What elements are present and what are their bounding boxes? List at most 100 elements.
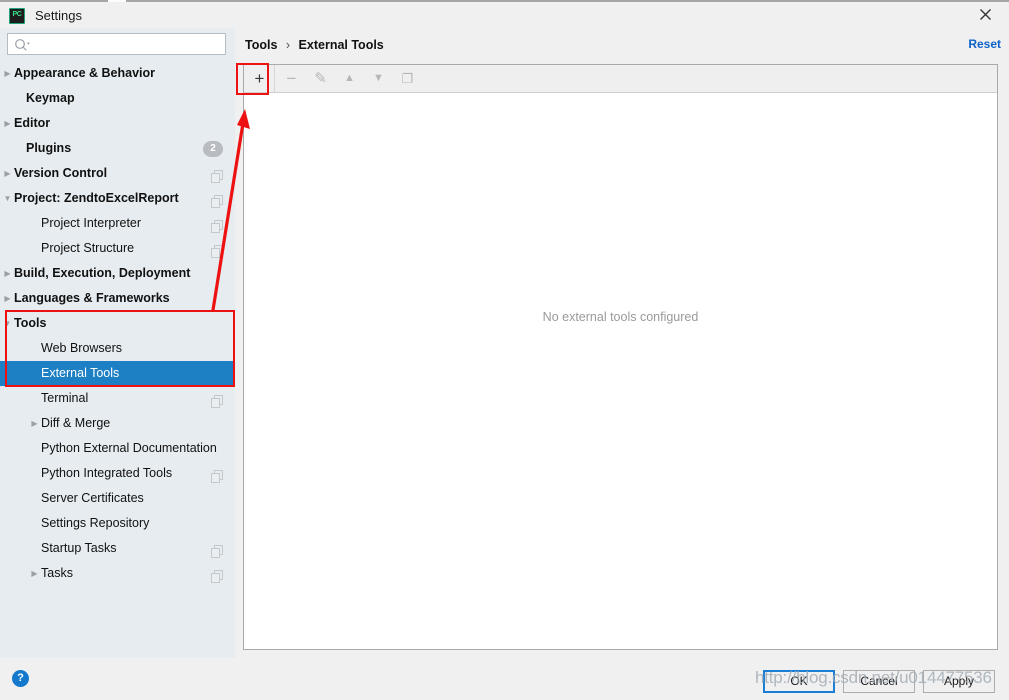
sidebar-item-project-zendtoexcelreport[interactable]: ▼ Project: ZendtoExcelReport <box>0 186 235 211</box>
copy-settings-icon <box>211 392 223 408</box>
chevron-right-icon[interactable]: ▶ <box>2 111 13 136</box>
chevron-right-icon[interactable]: ▶ <box>2 286 13 311</box>
sidebar-item-python-external-documentation[interactable]: Python External Documentation <box>0 436 235 461</box>
sidebar-item-external-tools[interactable]: External Tools <box>0 361 235 386</box>
remove-tool-button: − <box>277 65 306 92</box>
chevron-right-icon[interactable]: ▶ <box>29 561 40 586</box>
ok-button[interactable]: OK <box>763 670 835 693</box>
sidebar-item-settings-repository[interactable]: Settings Repository <box>0 511 235 536</box>
breadcrumb-separator-icon: › <box>285 38 291 52</box>
search-box[interactable] <box>7 33 226 56</box>
reset-link[interactable]: Reset <box>968 37 1001 51</box>
sidebar-item-terminal[interactable]: Terminal <box>0 386 235 411</box>
sidebar-item-languages-frameworks[interactable]: ▶ Languages & Frameworks <box>0 286 235 311</box>
copy-settings-icon <box>211 567 223 583</box>
sidebar-item-plugins[interactable]: Plugins 2 <box>0 136 235 161</box>
settings-dialog: PC Settings ▶ Appearance & Behavior Keymap… <box>0 0 1009 700</box>
arrow-up-icon: ▲ <box>344 72 355 84</box>
apply-button[interactable]: Apply <box>923 670 995 693</box>
sidebar-item-tools[interactable]: ▼ Tools <box>0 311 235 336</box>
chevron-down-icon[interactable]: ▼ <box>2 186 13 211</box>
copy-tool-button: ❐ <box>393 65 422 92</box>
sidebar-item-label: Tools <box>14 316 47 330</box>
breadcrumb-current: External Tools <box>298 38 384 52</box>
sidebar-item-build-execution-deployment[interactable]: ▶ Build, Execution, Deployment <box>0 261 235 286</box>
sidebar-item-python-integrated-tools[interactable]: Python Integrated Tools <box>0 461 235 486</box>
dialog-footer: ? OK Cancel Apply <box>0 658 1009 700</box>
copy-settings-icon <box>211 542 223 558</box>
chevron-right-icon[interactable]: ▶ <box>2 161 13 186</box>
copy-settings-icon <box>211 467 223 483</box>
sidebar-item-label: Web Browsers <box>41 341 123 355</box>
sidebar-item-editor[interactable]: ▶ Editor <box>0 111 235 136</box>
copy-settings-icon <box>211 167 223 183</box>
sidebar-item-label: Build, Execution, Deployment <box>14 266 191 280</box>
settings-sidebar: ▶ Appearance & Behavior Keymap ▶ Editor Plugi… <box>0 28 235 658</box>
pycharm-icon-text: PC <box>12 11 22 18</box>
sidebar-item-label: Python External Documentation <box>41 441 217 455</box>
external-tools-panel: + − ✎ ▲ ▼ ❐ No external tools configured <box>243 64 998 650</box>
sidebar-item-diff-merge[interactable]: ▶ Diff & Merge <box>0 411 235 436</box>
settings-tree: ▶ Appearance & Behavior Keymap ▶ Editor Plugi… <box>0 61 235 658</box>
sidebar-item-appearance-behavior[interactable]: ▶ Appearance & Behavior <box>0 61 235 86</box>
sidebar-item-label: Keymap <box>26 91 75 105</box>
sidebar-item-label: Languages & Frameworks <box>14 291 170 305</box>
move-down-button: ▼ <box>364 65 393 92</box>
sidebar-item-project-interpreter[interactable]: Project Interpreter <box>0 211 235 236</box>
sidebar-item-badge: 2 <box>203 141 223 157</box>
cancel-button[interactable]: Cancel <box>843 670 915 693</box>
title-bar: PC Settings <box>0 0 1009 30</box>
sidebar-item-label: External Tools <box>41 366 120 380</box>
move-up-button: ▲ <box>335 65 364 92</box>
help-icon[interactable]: ? <box>12 670 29 687</box>
sidebar-item-label: Version Control <box>14 166 108 180</box>
sidebar-item-label: Project: ZendtoExcelReport <box>14 191 179 205</box>
plus-icon: + <box>254 69 265 88</box>
pencil-icon: ✎ <box>314 70 327 87</box>
empty-state-message: No external tools configured <box>542 310 699 324</box>
edit-tool-button: ✎ <box>306 65 335 92</box>
sidebar-item-label: Plugins <box>26 141 72 155</box>
sidebar-item-label: Python Integrated Tools <box>41 466 173 480</box>
sidebar-item-label: Server Certificates <box>41 491 144 505</box>
sidebar-item-web-browsers[interactable]: Web Browsers <box>0 336 235 361</box>
search-icon <box>14 38 30 52</box>
close-icon[interactable] <box>975 7 995 27</box>
sidebar-item-label: Project Interpreter <box>41 216 142 230</box>
sidebar-item-label: Diff & Merge <box>41 416 111 430</box>
sidebar-item-version-control[interactable]: ▶ Version Control <box>0 161 235 186</box>
sidebar-item-label: Tasks <box>41 566 73 580</box>
chevron-right-icon[interactable]: ▶ <box>2 61 13 86</box>
copy-settings-icon <box>211 242 223 258</box>
pycharm-icon: PC <box>9 8 25 24</box>
sidebar-item-server-certificates[interactable]: Server Certificates <box>0 486 235 511</box>
sidebar-item-startup-tasks[interactable]: Startup Tasks <box>0 536 235 561</box>
sidebar-item-project-structure[interactable]: Project Structure <box>0 236 235 261</box>
copy-icon: ❐ <box>401 71 414 86</box>
external-tools-toolbar: + − ✎ ▲ ▼ ❐ <box>244 65 997 93</box>
sidebar-item-label: Appearance & Behavior <box>14 66 156 80</box>
sidebar-item-tasks[interactable]: ▶ Tasks <box>0 561 235 586</box>
sidebar-item-label: Settings Repository <box>41 516 150 530</box>
sidebar-item-label: Editor <box>14 116 51 130</box>
copy-settings-icon <box>211 217 223 233</box>
chevron-down-icon[interactable]: ▼ <box>2 311 13 336</box>
settings-content: Tools › External Tools Reset + − ✎ ▲ ▼ ❐ No e… <box>235 28 1009 658</box>
chevron-right-icon[interactable]: ▶ <box>2 261 13 286</box>
add-tool-button[interactable]: + <box>245 65 274 92</box>
copy-settings-icon <box>211 192 223 208</box>
breadcrumb-root[interactable]: Tools <box>245 38 277 52</box>
arrow-down-icon: ▼ <box>373 72 384 84</box>
chevron-right-icon[interactable]: ▶ <box>29 411 40 436</box>
toolbar-separator <box>274 65 275 92</box>
sidebar-item-label: Startup Tasks <box>41 541 117 555</box>
window-title: Settings <box>35 8 82 23</box>
breadcrumb: Tools › External Tools <box>245 36 384 54</box>
sidebar-item-keymap[interactable]: Keymap <box>0 86 235 111</box>
titlebar-edge-left <box>0 0 108 2</box>
sidebar-item-label: Project Structure <box>41 241 135 255</box>
search-input[interactable] <box>34 34 223 56</box>
titlebar-edge-right <box>126 0 1009 2</box>
minus-icon: − <box>286 69 297 88</box>
sidebar-item-label: Terminal <box>41 391 89 405</box>
